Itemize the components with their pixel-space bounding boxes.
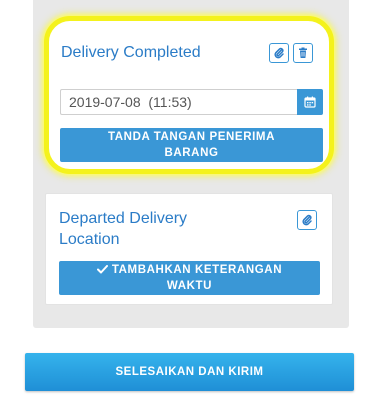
- button-label: TAMBAHKAN KETERANGAN WAKTU: [111, 264, 283, 292]
- recipient-signature-button[interactable]: TANDA TANGAN PENERIMA BARANG: [60, 128, 323, 162]
- date-time-field[interactable]: [60, 89, 297, 115]
- calendar-button[interactable]: [297, 89, 323, 115]
- trash-icon: [299, 47, 307, 58]
- paperclip-icon: [274, 47, 284, 59]
- card-title: Delivery Completed: [61, 44, 201, 61]
- add-time-note-button[interactable]: TAMBAHKAN KETERANGAN WAKTU: [59, 261, 320, 295]
- delete-button[interactable]: [293, 43, 313, 63]
- step-card-delivery-completed: Delivery Completed 2019-07-08 (11:53) TA…: [44, 16, 334, 174]
- paperclip-icon: [302, 214, 312, 226]
- calendar-icon: [304, 96, 316, 108]
- attach-button[interactable]: [269, 43, 289, 63]
- date-row: [60, 89, 323, 115]
- card-title: Departed Delivery Location: [59, 210, 188, 248]
- check-icon: [96, 265, 108, 274]
- finish-and-send-button[interactable]: SELESAIKAN DAN KIRIM: [25, 353, 354, 391]
- step-card-departed-delivery-location: Departed Delivery Location TAMBAHKAN KET…: [45, 193, 333, 305]
- attach-button[interactable]: [297, 210, 317, 230]
